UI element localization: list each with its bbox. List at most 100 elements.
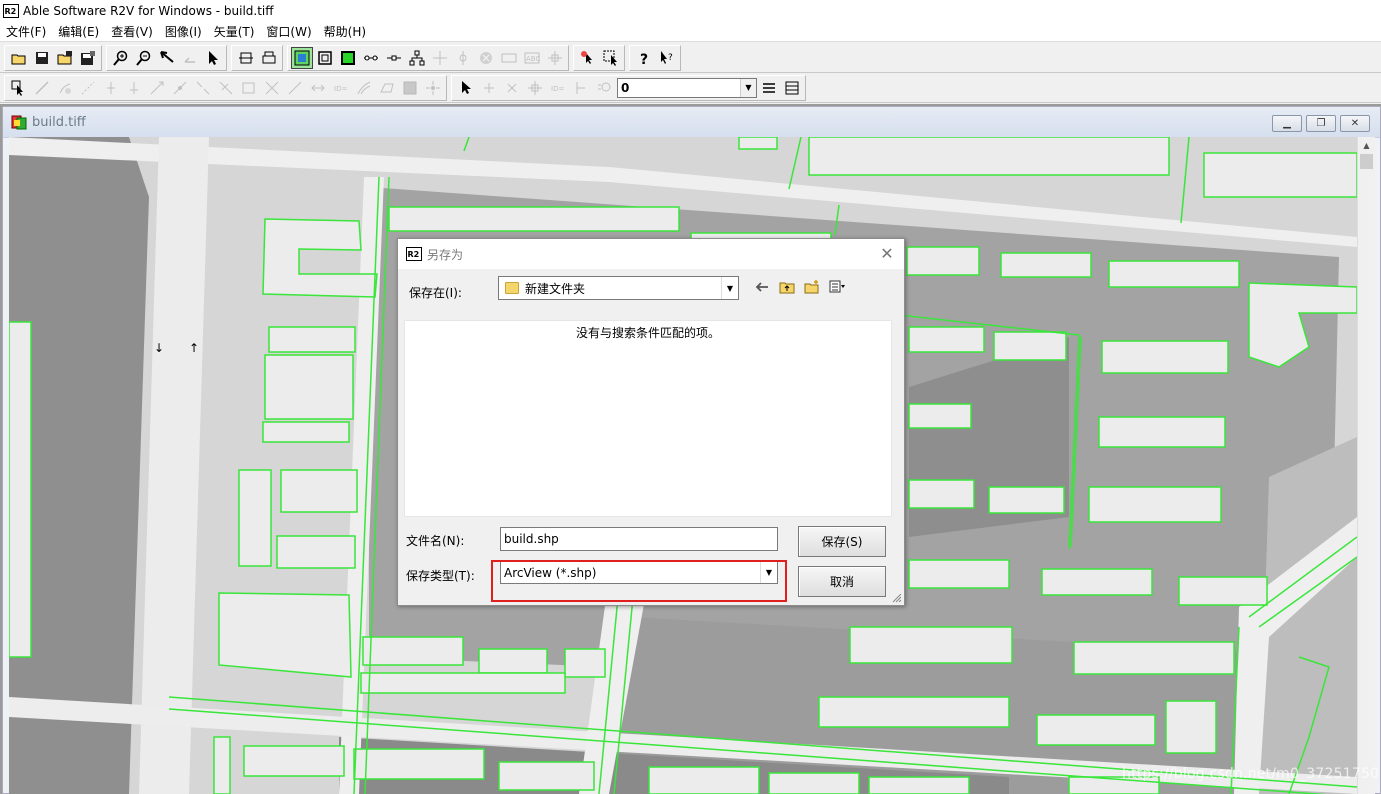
save-in-value: 新建文件夹 (525, 281, 586, 296)
node-select-button[interactable] (455, 77, 477, 99)
resize-grip-icon[interactable] (892, 593, 902, 603)
fit-window-button[interactable] (235, 47, 257, 69)
register-button[interactable] (544, 47, 566, 69)
svg-text:ID=: ID= (551, 85, 564, 93)
delete-point-button[interactable] (475, 47, 497, 69)
restore-button[interactable]: ❐ (1306, 115, 1336, 132)
select-by-box-button[interactable] (600, 47, 622, 69)
connect-button[interactable] (261, 77, 283, 99)
node-light-button[interactable] (593, 77, 615, 99)
close-document-button[interactable]: ✕ (1340, 115, 1370, 132)
fill-icon (403, 81, 416, 94)
scroll-up-icon[interactable]: ▲ (1358, 137, 1375, 154)
chevron-down-icon[interactable]: ▼ (740, 78, 756, 97)
menu-file[interactable]: 文件(F) (0, 23, 52, 40)
undo-icon (183, 56, 195, 63)
open-file-button[interactable] (8, 47, 30, 69)
restore-icon: ❐ (1316, 118, 1326, 129)
main-toolbar: ABC ? ? (0, 43, 1381, 73)
node-pointer-icon (461, 80, 471, 94)
undo-view-button[interactable] (179, 47, 201, 69)
print-button[interactable] (258, 47, 280, 69)
fill-button[interactable] (399, 77, 421, 99)
zoom-out-button[interactable] (133, 47, 155, 69)
control-point-button[interactable] (429, 47, 451, 69)
layer-value-combo[interactable]: 0 ▼ (617, 77, 757, 98)
save-project-button[interactable] (77, 47, 99, 69)
show-frame-button[interactable] (314, 47, 336, 69)
node-delete-button[interactable] (501, 77, 523, 99)
cut-line-button[interactable] (215, 77, 237, 99)
edit-select-button[interactable] (8, 77, 30, 99)
view-menu-button[interactable] (827, 277, 847, 297)
save-in-dropdown[interactable]: 新建文件夹 ▼ (498, 276, 739, 300)
delete-node-button[interactable] (123, 77, 145, 99)
reverse-button[interactable] (307, 77, 329, 99)
show-points-button[interactable] (383, 47, 405, 69)
auto-trace-button[interactable] (77, 77, 99, 99)
vertical-scrollbar[interactable]: ▲ (1357, 137, 1375, 794)
menu-window[interactable]: 窗口(W) (260, 23, 317, 40)
minimize-button[interactable]: ▁ (1272, 115, 1302, 132)
dialog-title-bar[interactable]: R2 另存为 ✕ (398, 239, 904, 269)
select-button[interactable] (202, 47, 224, 69)
node-move-button[interactable] (524, 77, 546, 99)
split-line-button[interactable] (192, 77, 214, 99)
text-button[interactable]: ABC (521, 47, 543, 69)
select-point-icon (580, 50, 592, 64)
chevron-down-icon[interactable]: ▼ (721, 277, 738, 299)
menu-edit[interactable]: 编辑(E) (52, 23, 105, 40)
save-file-button[interactable] (31, 47, 53, 69)
file-list-view[interactable]: 没有与搜索条件匹配的项。 (404, 320, 892, 517)
node-delete-icon (507, 83, 516, 92)
smooth-button[interactable] (284, 77, 306, 99)
open-folder-icon (11, 54, 25, 64)
show-image-button[interactable] (290, 46, 313, 69)
node-add-button[interactable] (478, 77, 500, 99)
polygon-button[interactable] (376, 77, 398, 99)
box-button[interactable] (238, 77, 260, 99)
node-snap-button[interactable] (570, 77, 592, 99)
point-feature-button[interactable] (422, 77, 444, 99)
filetype-highlight-box (491, 560, 787, 602)
hatch-button[interactable] (781, 77, 803, 99)
menu-help[interactable]: 帮助(H) (318, 23, 372, 40)
cancel-button[interactable]: 取消 (798, 566, 886, 597)
select-by-point-button[interactable] (577, 47, 599, 69)
context-help-button[interactable]: ? (656, 47, 678, 69)
node-id-button[interactable]: ID= (547, 77, 569, 99)
cut-line-icon (219, 81, 232, 94)
filename-input[interactable]: build.shp (500, 527, 778, 551)
contour-button[interactable] (353, 77, 375, 99)
draw-line-icon (34, 80, 49, 95)
zoom-in-button[interactable] (110, 47, 132, 69)
svg-text:?: ? (668, 53, 673, 63)
line-attribute-button[interactable] (758, 77, 780, 99)
show-nodes-button[interactable] (360, 47, 382, 69)
open-project-button[interactable] (54, 47, 76, 69)
join-line-button[interactable] (169, 77, 191, 99)
show-vector-button[interactable] (337, 47, 359, 69)
save-button[interactable]: 保存(S) (798, 526, 886, 557)
add-node-button[interactable] (100, 77, 122, 99)
new-folder-button[interactable] (802, 277, 822, 297)
menu-image[interactable]: 图像(I) (159, 23, 208, 40)
set-id-button[interactable]: ID= (330, 77, 352, 99)
back-button[interactable] (752, 277, 772, 297)
menu-view[interactable]: 查看(V) (105, 23, 159, 40)
trace-button[interactable] (54, 77, 76, 99)
help-button[interactable]: ? (633, 47, 655, 69)
draw-line-button[interactable] (31, 77, 53, 99)
move-node-button[interactable] (146, 77, 168, 99)
topology-button[interactable] (406, 47, 428, 69)
menu-vector[interactable]: 矢量(T) (208, 23, 261, 40)
pan-button[interactable] (156, 47, 178, 69)
label-button[interactable] (498, 47, 520, 69)
anchor-point-button[interactable] (452, 47, 474, 69)
dialog-close-button[interactable]: ✕ (878, 244, 896, 263)
layer-value: 0 (621, 80, 630, 95)
document-title-bar[interactable]: build.tiff ▁ ❐ ✕ (3, 107, 1380, 138)
app-title-bar: R2 Able Software R2V for Windows - build… (0, 0, 1381, 22)
up-folder-button[interactable] (777, 277, 797, 297)
scroll-thumb[interactable] (1360, 154, 1373, 169)
